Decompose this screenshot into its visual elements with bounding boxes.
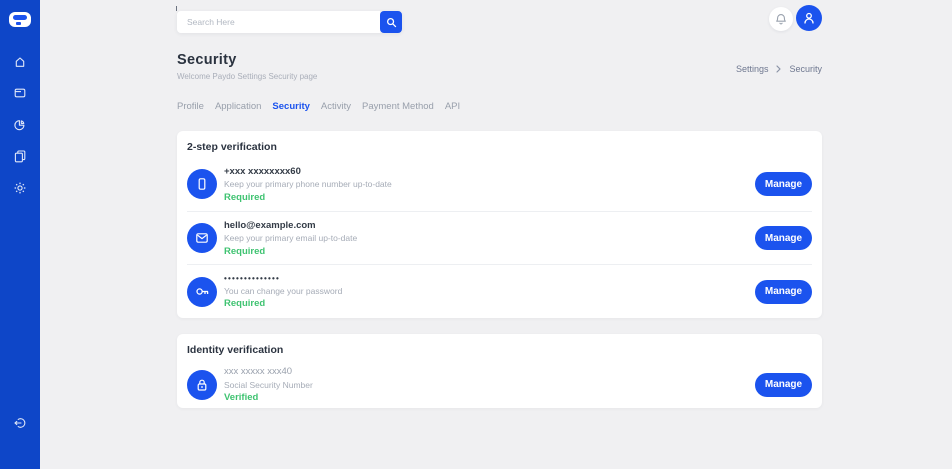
phone-description: Keep your primary phone number up-to-dat… (224, 179, 392, 189)
sidebar (0, 0, 40, 469)
ssn-description: Social Security Number (224, 380, 313, 390)
text-cursor-artifact (176, 6, 177, 11)
bell-icon (775, 13, 787, 26)
status-badge: Required (224, 298, 342, 309)
settings-tabs: Profile Application Security Activity Pa… (177, 101, 460, 112)
breadcrumb: Settings Security (736, 64, 822, 74)
email-value: hello@example.com (224, 220, 357, 231)
documents-icon (13, 149, 27, 163)
status-badge: Required (224, 192, 392, 203)
manage-ssn-button[interactable]: Manage (755, 373, 812, 397)
notifications-button[interactable] (769, 7, 793, 31)
sidebar-item-documents[interactable] (13, 149, 27, 163)
sidebar-item-reports[interactable] (13, 118, 27, 132)
sidebar-item-home[interactable] (13, 55, 27, 69)
page-subtitle: Welcome Paydo Settings Security page (177, 72, 317, 81)
wallet-icon (13, 86, 27, 100)
logout-icon (13, 416, 27, 430)
status-badge: Verified (224, 392, 313, 403)
sidebar-item-logout[interactable] (13, 416, 27, 430)
verification-row-email: hello@example.com Keep your primary emai… (187, 211, 812, 265)
ssn-value: xxx xxxxx xxx40 (224, 366, 313, 377)
tab-payment-method[interactable]: Payment Method (362, 101, 434, 112)
search-icon (386, 17, 397, 28)
key-icon (187, 277, 217, 307)
breadcrumb-settings[interactable]: Settings (736, 64, 769, 74)
identity-verification-card: Identity verification xxx xxxxx xxx40 So… (177, 334, 822, 408)
card-title: Identity verification (177, 334, 822, 361)
email-icon (187, 223, 217, 253)
tab-application[interactable]: Application (215, 101, 261, 112)
tab-profile[interactable]: Profile (177, 101, 204, 112)
search-button[interactable] (380, 11, 402, 33)
manage-phone-button[interactable]: Manage (755, 172, 812, 196)
email-description: Keep your primary email up-to-date (224, 233, 357, 243)
pie-chart-icon (13, 118, 27, 132)
tab-security[interactable]: Security (272, 101, 310, 112)
manage-email-button[interactable]: Manage (755, 226, 812, 250)
verification-row-password: •••••••••••••• You can change your passw… (187, 264, 812, 318)
phone-icon (187, 169, 217, 199)
search-input[interactable] (177, 11, 380, 33)
password-value: •••••••••••••• (224, 274, 342, 283)
status-badge: Required (224, 246, 357, 257)
lock-icon (187, 370, 217, 400)
two-step-verification-card: 2-step verification +xxx xxxxxxxx60 Keep… (177, 131, 822, 318)
manage-password-button[interactable]: Manage (755, 280, 812, 304)
home-icon (13, 55, 27, 69)
tab-activity[interactable]: Activity (321, 101, 351, 112)
user-avatar[interactable] (796, 5, 822, 31)
phone-number-value: +xxx xxxxxxxx60 (224, 166, 392, 177)
sidebar-item-wallet[interactable] (13, 86, 27, 100)
verification-row-phone: +xxx xxxxxxxx60 Keep your primary phone … (187, 158, 812, 211)
chevron-right-icon (775, 65, 782, 73)
breadcrumb-security[interactable]: Security (789, 64, 822, 74)
paydo-logo[interactable] (9, 12, 31, 27)
card-title: 2-step verification (177, 131, 822, 158)
user-icon (802, 11, 816, 25)
logo-mark-tab (16, 22, 21, 25)
search-bar (177, 11, 402, 33)
page-title: Security (177, 52, 237, 68)
sidebar-item-settings[interactable] (13, 181, 27, 195)
tab-api[interactable]: API (445, 101, 460, 112)
logo-mark (13, 15, 27, 20)
password-description: You can change your password (224, 286, 342, 296)
gear-icon (13, 181, 27, 195)
verification-row-ssn: xxx xxxxx xxx40 Social Security Number V… (187, 361, 812, 408)
